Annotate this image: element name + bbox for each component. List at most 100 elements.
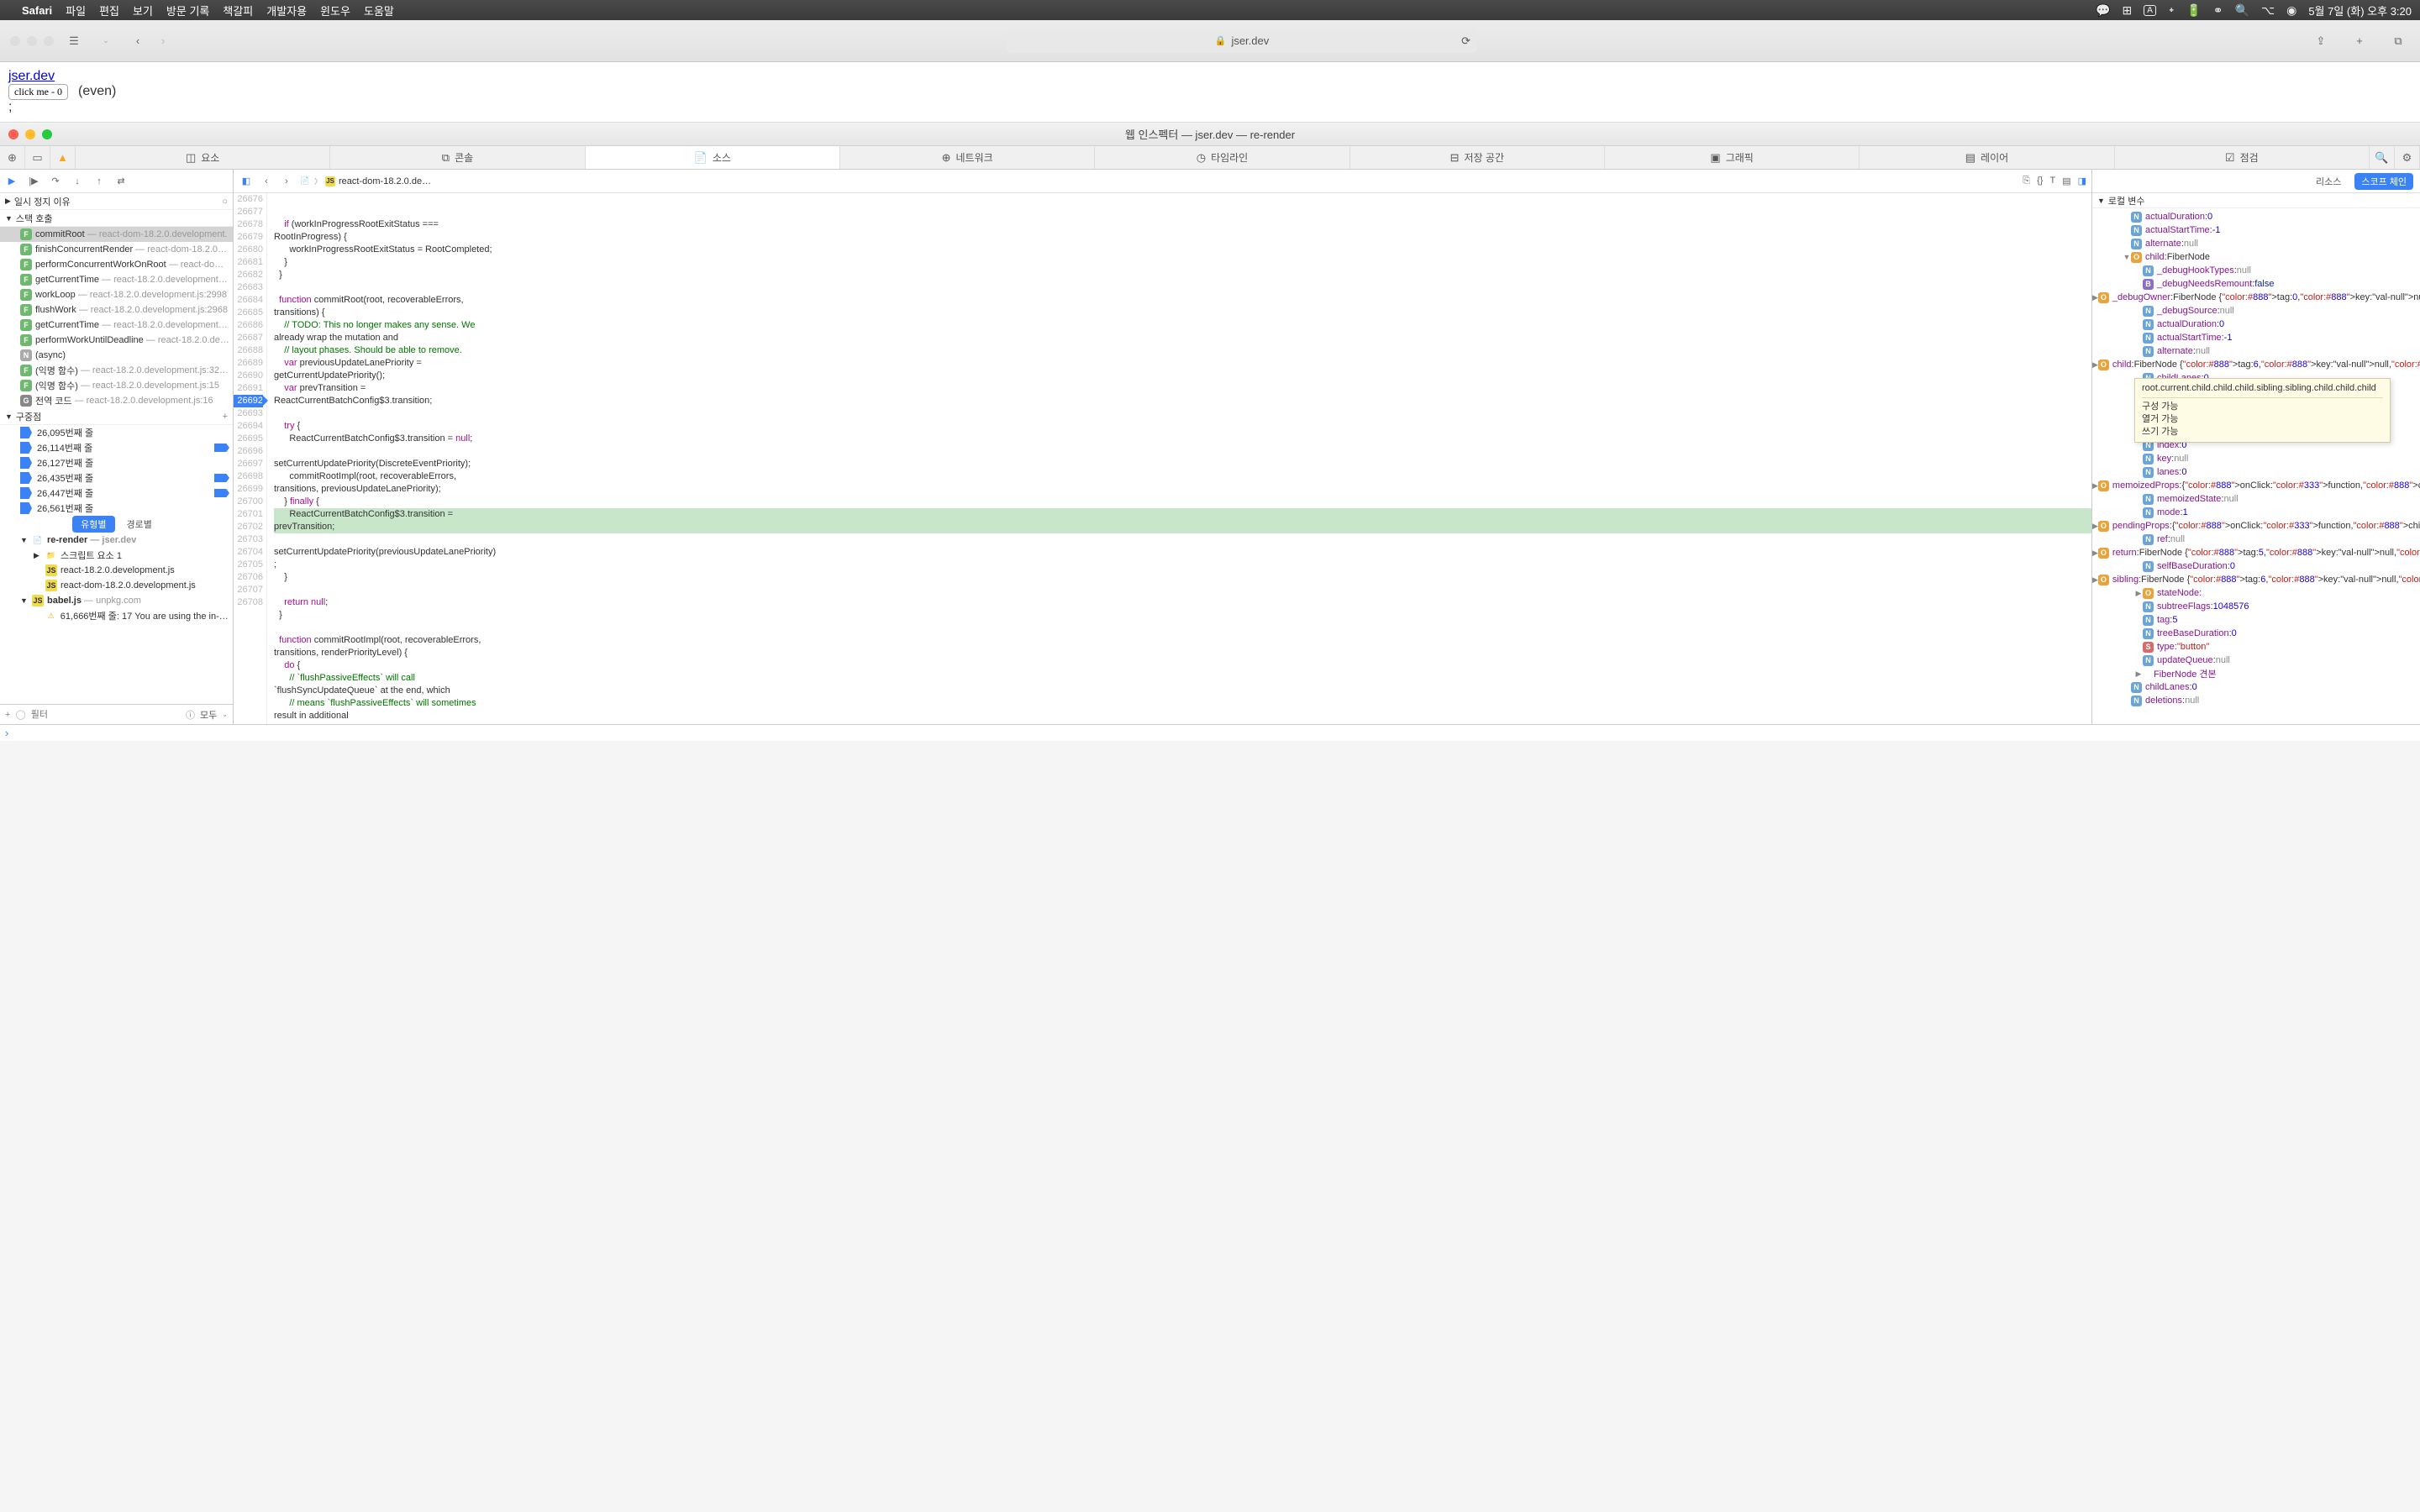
url-bar[interactable]: 🔒 jser.dev ⟳ (1007, 29, 1477, 53)
inspector-zoom-button[interactable] (42, 129, 52, 139)
reload-icon[interactable]: ⟳ (1461, 34, 1470, 48)
control-center-icon[interactable]: ⌥ (2261, 3, 2275, 18)
chevron-icon[interactable]: ▶ (2092, 522, 2098, 531)
tree-folder[interactable]: ▶ 📁 스크립트 요소 1 (0, 548, 233, 563)
scope-tree[interactable]: root.current.child.child.child.sibling.s… (2092, 208, 2420, 724)
scope-property-row[interactable]: ▶OstateNode: (2092, 586, 2420, 600)
toggle-left-sidebar-button[interactable]: ◧ (239, 176, 254, 186)
scope-tab-resources[interactable]: 리소스 (2309, 173, 2348, 190)
back-button[interactable]: ‹ (126, 29, 150, 53)
scope-property-row[interactable]: ▶Oreturn: FiberNode {"color:#888">tag: 5… (2092, 546, 2420, 559)
source-view[interactable]: 2667626677266782667926680266812668226683… (234, 193, 2091, 724)
scope-property-row[interactable]: ▼Ochild: FiberNode (2092, 250, 2420, 264)
tab-graphics[interactable]: ▣그래픽 (1605, 146, 1860, 169)
tab-console[interactable]: ⧉콘솔 (330, 146, 585, 169)
tab-elements[interactable]: ◫요소 (76, 146, 330, 169)
chevron-icon[interactable]: ▶ (2092, 360, 2098, 370)
tab-audit[interactable]: ☑점검 (2115, 146, 2370, 169)
inspector-settings-button[interactable]: ⚙ (2395, 146, 2420, 169)
zoom-window-button[interactable] (44, 36, 54, 46)
menu-app-name[interactable]: Safari (22, 4, 52, 17)
pretty-print-button[interactable]: {} (2037, 176, 2043, 186)
nav-forward-button[interactable]: › (279, 176, 294, 186)
breakpoint-item[interactable]: 26,435번째 줄 (0, 470, 233, 486)
bp-group-by-path[interactable]: 경로별 (118, 516, 160, 533)
bluetooth-icon[interactable]: ᛭ (2168, 3, 2175, 17)
scope-property-row[interactable]: Nkey: null (2092, 452, 2420, 465)
scope-property-row[interactable]: NchildLanes: 0 (2092, 680, 2420, 694)
chevron-icon[interactable]: ▶ (2092, 575, 2098, 585)
spotlight-icon[interactable]: 🔍 (2235, 3, 2249, 18)
scope-property-row[interactable]: NactualStartTime: -1 (2092, 223, 2420, 237)
callstack-item[interactable]: FgetCurrentTime— react-18.2.0.developmen… (0, 318, 233, 333)
grid-icon[interactable]: ⊞ (2123, 3, 2133, 18)
tree-file[interactable]: JS react-dom-18.2.0.development.js (0, 578, 233, 593)
chevron-icon[interactable]: ▼ (2123, 253, 2131, 261)
callstack-item[interactable]: FcommitRoot— react-dom-18.2.0.developmen… (0, 227, 233, 242)
scope-property-row[interactable]: Nalternate: null (2092, 237, 2420, 250)
sidebar-toggle-button[interactable]: ☰ (62, 29, 86, 53)
scope-property-row[interactable]: Stype: "button" (2092, 640, 2420, 654)
filter-info-icon[interactable]: ⓘ (186, 708, 195, 722)
menu-bookmarks[interactable]: 책갈피 (223, 3, 253, 18)
breakpoint-item[interactable]: 26,095번째 줄 (0, 425, 233, 440)
callstack-item[interactable]: F(익명 함수)— react-18.2.0.development.js:32… (0, 363, 233, 378)
scope-property-row[interactable]: N_debugSource: null (2092, 304, 2420, 318)
add-resource-button[interactable]: + (5, 710, 10, 720)
scope-property-row[interactable]: Nlanes: 0 (2092, 465, 2420, 479)
warnings-button[interactable]: ▲ (50, 146, 76, 169)
forward-button[interactable]: › (151, 29, 175, 53)
step-button[interactable]: ⇄ (114, 175, 128, 188)
scope-property-row[interactable]: Nalternate: null (2092, 344, 2420, 358)
source-breadcrumb[interactable]: 📄 〉 JS react-dom-18.2.0.de… (299, 176, 431, 187)
inspector-close-button[interactable] (8, 129, 18, 139)
callstack-item[interactable]: FperformWorkUntilDeadline— react-18.2.0.… (0, 333, 233, 348)
breakpoint-toggle-button[interactable]: ▶ (5, 175, 18, 188)
scope-property-row[interactable]: ▶OmemoizedProps: {"color:#888">onClick: … (2092, 479, 2420, 492)
type-button[interactable]: T (2049, 176, 2055, 186)
inspector-minimize-button[interactable] (25, 129, 35, 139)
chevron-icon[interactable]: ▶ (2092, 549, 2098, 558)
tree-origin[interactable]: ▼ 📄 re-render — jser.dev (0, 533, 233, 548)
callstack-item[interactable]: FworkLoop— react-18.2.0.development.js:2… (0, 287, 233, 302)
messages-icon[interactable]: 💬 (2096, 3, 2110, 18)
menu-develop[interactable]: 개발자용 (266, 3, 307, 18)
tree-warning[interactable]: ⚠ 61,666번째 줄: 17 You are using the in-br… (0, 608, 233, 623)
code-area[interactable]: if (workInProgressRootExitStatus ===Root… (267, 193, 2091, 724)
menu-help[interactable]: 도움말 (364, 3, 394, 18)
callstack-item[interactable]: FfinishConcurrentRender— react-dom-18.2.… (0, 242, 233, 257)
filter-mode-button[interactable]: 모두 (200, 708, 217, 722)
share-button[interactable]: ⇪ (2309, 29, 2333, 53)
link-icon[interactable]: ⚭ (2213, 3, 2223, 18)
chevron-icon[interactable]: ▶ (2134, 589, 2143, 598)
scope-property-row[interactable]: NselfBaseDuration: 0 (2092, 559, 2420, 573)
scope-property-row[interactable]: ▶FiberNode 견본 (2092, 667, 2420, 680)
step-out-button[interactable]: ↑ (92, 175, 106, 188)
scope-property-row[interactable]: NactualStartTime: -1 (2092, 331, 2420, 344)
menu-window[interactable]: 윈도우 (320, 3, 350, 18)
page-link[interactable]: jser.dev (8, 69, 55, 83)
toggle-right-sidebar-button[interactable]: ◨ (2078, 176, 2086, 186)
scope-property-row[interactable]: B_debugNeedsRemount: false (2092, 277, 2420, 291)
scope-property-row[interactable]: NactualDuration: 0 (2092, 210, 2420, 223)
new-tab-button[interactable]: + (2348, 29, 2371, 53)
line-gutter[interactable]: 2667626677266782667926680266812668226683… (234, 193, 267, 724)
scope-property-row[interactable]: Nmode: 1 (2092, 506, 2420, 519)
add-breakpoint-button[interactable]: + (223, 412, 228, 422)
filter-input[interactable] (31, 710, 181, 720)
menu-history[interactable]: 방문 기록 (166, 3, 209, 18)
chevron-icon[interactable]: ▶ (2092, 293, 2098, 302)
breakpoint-item[interactable]: 26,447번째 줄 (0, 486, 233, 501)
breakpoint-item[interactable]: 26,561번째 줄 (0, 501, 233, 516)
scope-property-row[interactable]: ▶Osibling: FiberNode {"color:#888">tag: … (2092, 573, 2420, 586)
menu-view[interactable]: 보기 (133, 3, 153, 18)
callstack-item[interactable]: FperformConcurrentWorkOnRoot— react-dom-… (0, 257, 233, 272)
tab-storage[interactable]: ⊟저장 공간 (1350, 146, 1605, 169)
step-over-button[interactable]: ↷ (49, 175, 62, 188)
callstack-item[interactable]: G전역 코드— react-18.2.0.development.js:16 (0, 393, 233, 408)
element-inspect-button[interactable]: ⊕ (0, 146, 25, 169)
menu-file[interactable]: 파일 (66, 3, 86, 18)
copy-button[interactable]: ⎘ (2023, 176, 2030, 186)
scope-property-row[interactable]: ▶O_debugOwner: FiberNode {"color:#888">t… (2092, 291, 2420, 304)
tab-timeline[interactable]: ◷타임라인 (1095, 146, 1349, 169)
